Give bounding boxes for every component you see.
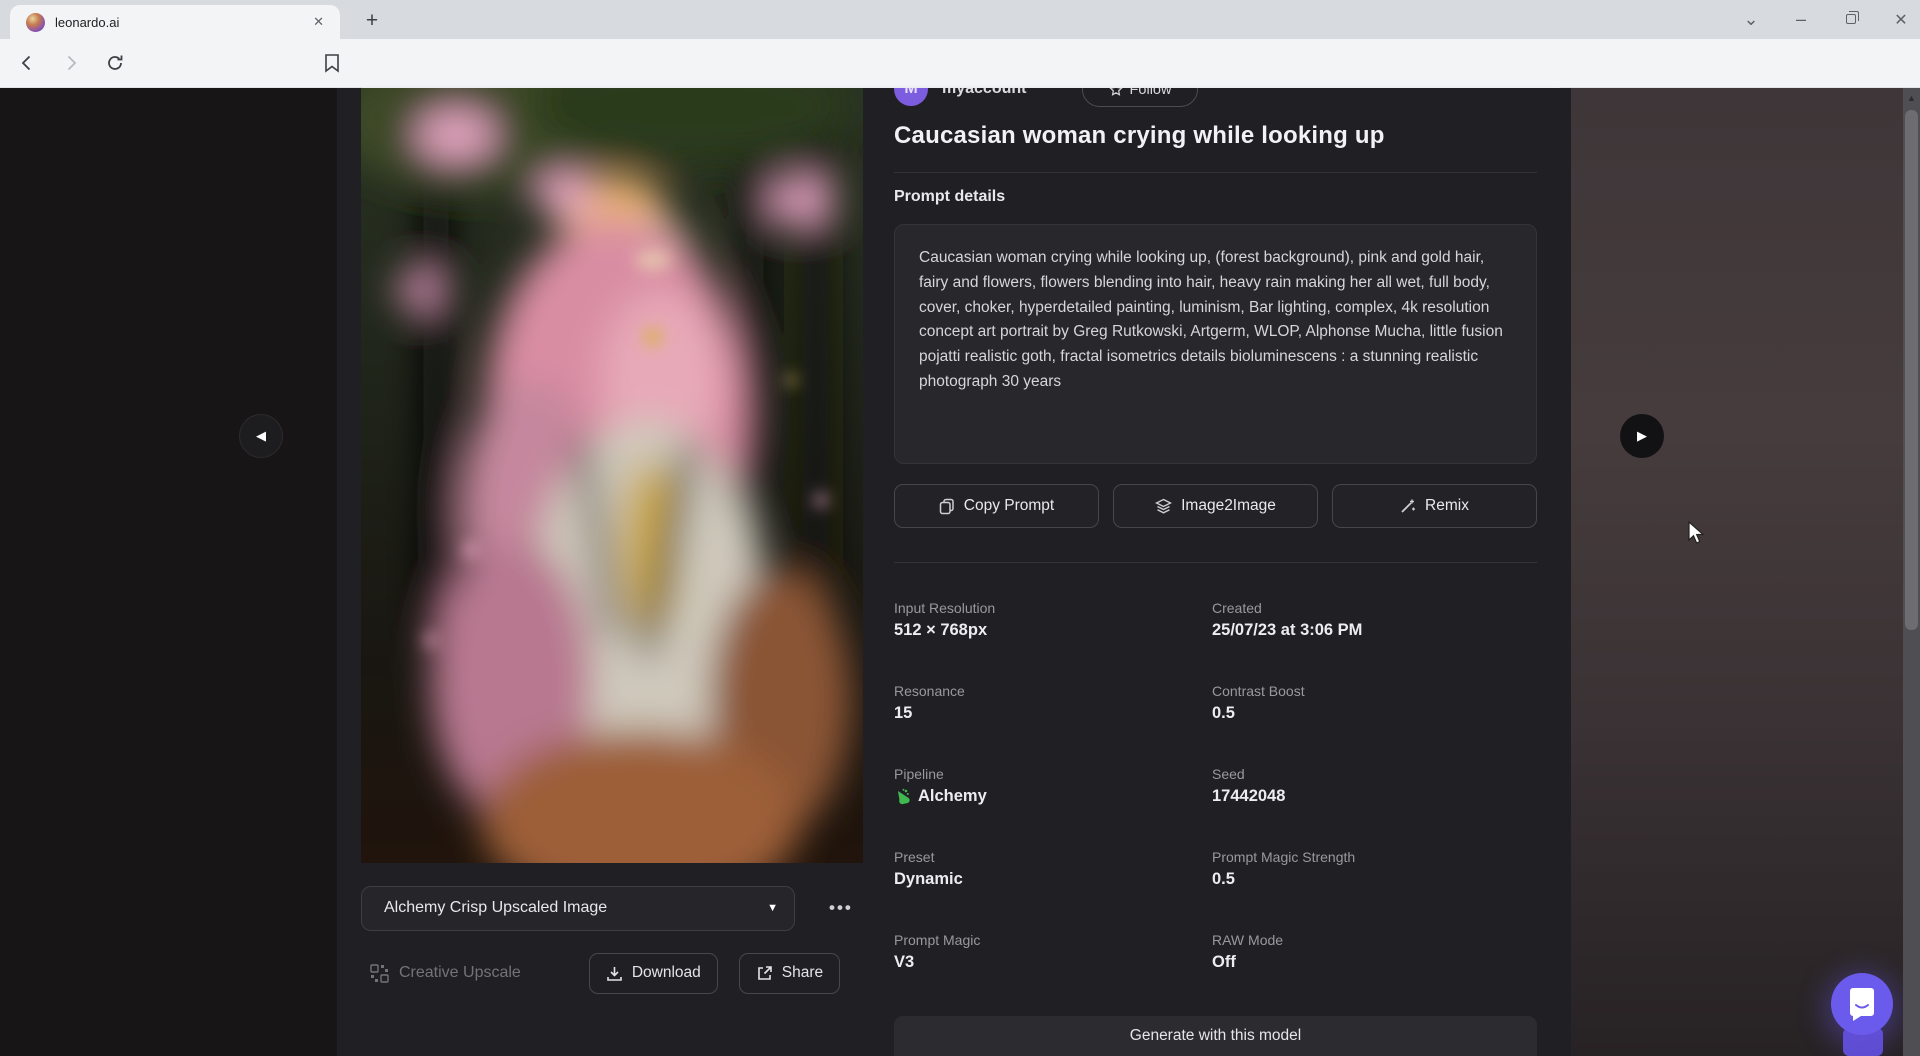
next-image-button[interactable]: ▶: [1620, 414, 1664, 458]
image2image-button[interactable]: Image2Image: [1113, 484, 1318, 528]
account-name[interactable]: myaccount: [942, 88, 1026, 98]
image2image-label: Image2Image: [1181, 497, 1276, 515]
meta-prompt-magic: Prompt Magic V3: [894, 932, 1212, 978]
window-close-button[interactable]: ✕: [1890, 10, 1912, 30]
dimmed-background: [1571, 88, 1903, 1056]
meta-raw-mode: RAW Mode Off: [1212, 932, 1537, 978]
new-tab-button[interactable]: +: [358, 8, 386, 36]
browser-tab[interactable]: leonardo.ai ✕: [10, 5, 340, 39]
tab-title: leonardo.ai: [55, 15, 307, 30]
creative-upscale-button[interactable]: Creative Upscale: [370, 964, 521, 983]
scrollbar-thumb[interactable]: [1905, 110, 1918, 630]
meta-preset: Preset Dynamic: [894, 849, 1212, 895]
avatar[interactable]: M: [894, 88, 928, 106]
download-icon: [606, 965, 623, 982]
next-arrow-icon: ▶: [1637, 428, 1647, 444]
browser-toolbar: app.leonardo.ai VPN: [0, 39, 1920, 88]
download-label: Download: [632, 964, 701, 982]
copy-icon: [939, 498, 955, 515]
meta-seed: Seed 17442048: [1212, 766, 1537, 812]
tab-close-icon[interactable]: ✕: [307, 12, 330, 32]
meta-input-resolution: Input Resolution 512 × 768px: [894, 600, 1212, 646]
previous-image-button[interactable]: ◀: [239, 414, 283, 458]
chat-smile-icon: [1847, 987, 1877, 1021]
copy-prompt-button[interactable]: Copy Prompt: [894, 484, 1099, 528]
forward-button[interactable]: [54, 46, 88, 80]
generate-with-model-button[interactable]: Generate with this model: [894, 1016, 1537, 1056]
tab-search-chevron-icon[interactable]: ⌄: [1740, 9, 1762, 30]
generate-label: Generate with this model: [1130, 1027, 1301, 1045]
copy-prompt-label: Copy Prompt: [964, 497, 1054, 515]
leonardo-favicon-icon: [26, 13, 45, 32]
share-label: Share: [782, 964, 823, 982]
meta-resonance: Resonance 15: [894, 683, 1212, 729]
download-button[interactable]: Download: [589, 953, 718, 994]
reload-button[interactable]: [98, 46, 132, 80]
page-scrollbar[interactable]: ▲: [1903, 88, 1920, 1056]
creative-upscale-grid-icon: [370, 964, 389, 983]
pipeline-value: Alchemy: [918, 787, 987, 806]
variant-dropdown[interactable]: Alchemy Crisp Upscaled Image ▼: [361, 886, 795, 931]
image-actions-row: Creative Upscale Download Share: [361, 952, 863, 994]
follow-star-icon: [1109, 88, 1123, 97]
metadata-grid: Input Resolution 512 × 768px Created 25/…: [894, 600, 1537, 978]
variant-selected-label: Alchemy Crisp Upscaled Image: [384, 899, 767, 917]
meta-created: Created 25/07/23 at 3:06 PM: [1212, 600, 1537, 646]
previous-arrow-icon: ◀: [256, 428, 266, 444]
window-minimize-button[interactable]: –: [1790, 9, 1812, 30]
alchemy-flask-icon: [894, 788, 910, 806]
meta-pipeline: Pipeline Alchemy: [894, 766, 1212, 812]
generated-image[interactable]: [361, 88, 863, 863]
layers-icon: [1155, 498, 1172, 514]
chevron-down-icon: ▼: [767, 902, 778, 914]
meta-contrast-boost: Contrast Boost 0.5: [1212, 683, 1537, 729]
prompt-details-heading: Prompt details: [894, 188, 1005, 206]
variant-row: Alchemy Crisp Upscaled Image ▼ •••: [361, 885, 863, 931]
back-button[interactable]: [10, 46, 44, 80]
page-content: Alchemy Crisp Upscaled Image ▼ ••• Creat…: [0, 88, 1920, 1056]
remix-button[interactable]: Remix: [1332, 484, 1537, 528]
prompt-actions-row: Copy Prompt Image2Image Remix: [894, 484, 1537, 528]
meta-prompt-magic-strength: Prompt Magic Strength 0.5: [1212, 849, 1537, 895]
more-options-button[interactable]: •••: [829, 898, 853, 918]
share-image-button[interactable]: Share: [739, 953, 840, 994]
account-row: M myaccount Follow ✕: [894, 88, 1537, 112]
follow-button[interactable]: Follow: [1082, 88, 1198, 107]
scroll-up-arrow-icon[interactable]: ▲: [1903, 90, 1920, 106]
prompt-text[interactable]: Caucasian woman crying while looking up,…: [894, 224, 1537, 464]
window-restore-button[interactable]: [1840, 11, 1862, 28]
chat-support-button[interactable]: [1831, 973, 1893, 1035]
creative-upscale-label: Creative Upscale: [399, 964, 521, 982]
share-external-icon: [756, 965, 773, 982]
mouse-cursor: [1688, 521, 1710, 550]
window-controls: ⌄ – ✕: [1740, 0, 1912, 39]
bookmark-icon[interactable]: [315, 46, 349, 80]
generation-title: Caucasian woman crying while looking up: [894, 122, 1385, 150]
browser-window: leonardo.ai ✕ + ⌄ – ✕ app.leonardo.ai: [0, 0, 1920, 1056]
tab-strip: leonardo.ai ✕ + ⌄ – ✕: [0, 0, 1920, 39]
follow-label: Follow: [1130, 88, 1172, 98]
divider: [894, 172, 1537, 173]
detail-column: M myaccount Follow ✕ Caucasian woman cry…: [894, 88, 1537, 1056]
remix-label: Remix: [1425, 497, 1469, 515]
image-detail-modal: Alchemy Crisp Upscaled Image ▼ ••• Creat…: [337, 88, 1571, 1056]
remix-wand-icon: [1400, 498, 1416, 514]
divider: [894, 562, 1537, 563]
